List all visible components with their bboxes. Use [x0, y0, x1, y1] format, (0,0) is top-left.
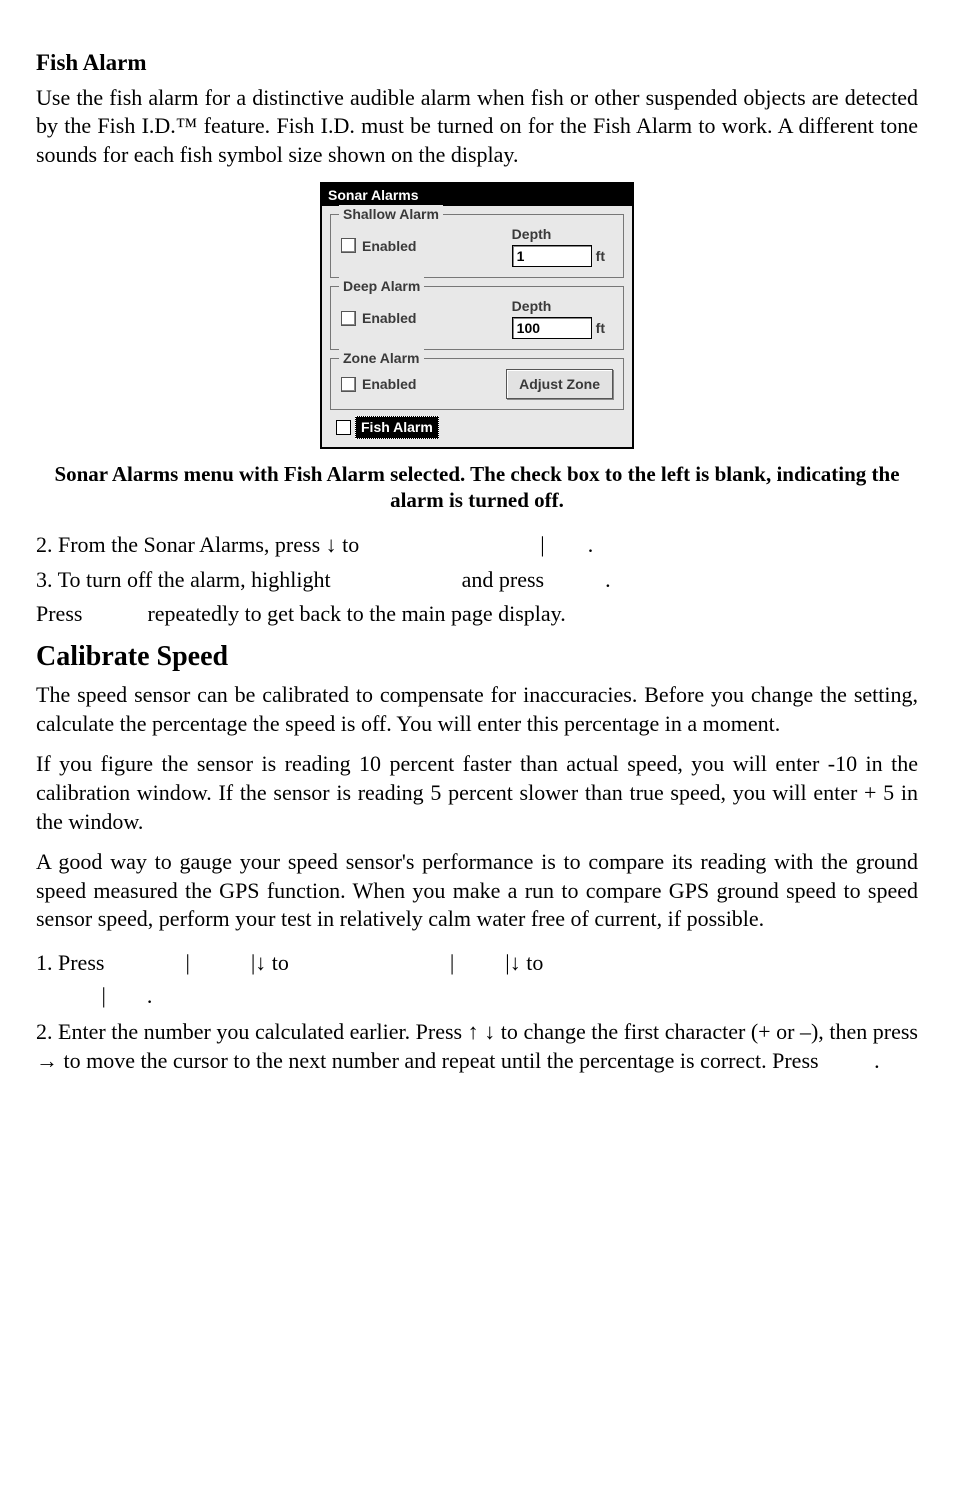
cal2-c: to move the cursor to the next number an… — [58, 1048, 819, 1073]
arrow-down-icon: ↓ — [484, 1019, 495, 1044]
cal1-b: | — [185, 950, 189, 975]
unit-deep: ft — [596, 319, 605, 337]
label-zone-enabled: Enabled — [362, 375, 416, 393]
step-3-text-a: 3. To turn off the alarm, highlight — [36, 567, 336, 592]
group-title-deep: Deep Alarm — [339, 277, 424, 295]
cal2-d: . — [874, 1048, 880, 1073]
step-3-text-b: and press — [462, 567, 544, 592]
cal1-g: to — [526, 950, 543, 975]
paragraph-calibrate-1: The speed sensor can be calibrated to co… — [36, 681, 918, 738]
cal2-b: to change the first character (+ or –), … — [495, 1019, 918, 1044]
press-text-a: Press — [36, 601, 82, 626]
arrow-down-icon: ↓ — [510, 950, 521, 975]
adjust-zone-button[interactable]: Adjust Zone — [506, 369, 613, 399]
step-2: 2. From the Sonar Alarms, press ↓ to | . — [36, 531, 918, 560]
step-2-text-b: to — [337, 532, 365, 557]
calibrate-step-2: 2. Enter the number you calculated earli… — [36, 1018, 918, 1075]
checkbox-deep-enabled[interactable] — [341, 311, 356, 326]
checkbox-zone-enabled[interactable] — [341, 377, 356, 392]
group-title-zone: Zone Alarm — [339, 349, 424, 367]
cal1-d: to — [272, 950, 295, 975]
checkbox-shallow-enabled[interactable] — [341, 238, 356, 253]
paragraph-calibrate-2: If you figure the sensor is reading 10 p… — [36, 750, 918, 836]
sonar-alarms-dialog: Sonar Alarms Shallow Alarm Enabled Depth… — [320, 182, 634, 449]
step-3: 3. To turn off the alarm, highlight and … — [36, 566, 918, 595]
dialog-titlebar: Sonar Alarms — [322, 184, 632, 206]
row-fish-alarm: Fish Alarm — [336, 416, 624, 438]
cal1-a: 1. Press — [36, 950, 104, 975]
group-title-shallow: Shallow Alarm — [339, 205, 443, 223]
heading-fish-alarm: Fish Alarm — [36, 48, 918, 78]
input-deep-depth[interactable]: 100 — [512, 317, 592, 339]
paragraph-fish-alarm: Use the fish alarm for a distinctive aud… — [36, 84, 918, 170]
label-deep-enabled: Enabled — [362, 309, 416, 327]
label-shallow-enabled: Enabled — [362, 237, 416, 255]
group-zone-alarm: Zone Alarm Enabled Adjust Zone — [330, 358, 624, 410]
heading-calibrate-speed: Calibrate Speed — [36, 639, 918, 675]
step-2-pipe: | — [540, 532, 544, 557]
checkbox-fish-alarm[interactable] — [336, 420, 351, 435]
press-text-b: repeatedly to get back to the main page … — [147, 601, 565, 626]
arrow-up-icon: ↑ — [468, 1019, 479, 1044]
arrow-down-icon: ↓ — [326, 532, 337, 557]
step-3-period: . — [605, 567, 611, 592]
calibrate-step-1: 1. Press | |↓ to | |↓ to | . — [36, 946, 918, 1012]
label-deep-depth: Depth — [512, 297, 552, 315]
group-deep-alarm: Deep Alarm Enabled Depth 100 ft — [330, 286, 624, 350]
input-shallow-depth[interactable]: 1 — [512, 245, 592, 267]
arrow-down-icon: ↓ — [255, 950, 266, 975]
paragraph-calibrate-3: A good way to gauge your speed sensor's … — [36, 848, 918, 934]
cal1-e: | — [450, 950, 454, 975]
unit-shallow: ft — [596, 247, 605, 265]
group-shallow-alarm: Shallow Alarm Enabled Depth 1 ft — [330, 214, 624, 278]
dialog-figure: Sonar Alarms Shallow Alarm Enabled Depth… — [36, 182, 918, 449]
step-2-text-a: 2. From the Sonar Alarms, press — [36, 532, 326, 557]
arrow-right-icon: → — [36, 1048, 58, 1073]
figure-caption: Sonar Alarms menu with Fish Alarm select… — [36, 461, 918, 514]
cal2-a: 2. Enter the number you calculated earli… — [36, 1019, 468, 1044]
cal1-h: | — [102, 983, 106, 1008]
label-shallow-depth: Depth — [512, 225, 552, 243]
step-2-period: . — [588, 532, 594, 557]
press-line: Press repeatedly to get back to the main… — [36, 600, 918, 629]
cal1-i: . — [147, 983, 153, 1008]
label-fish-alarm-selected[interactable]: Fish Alarm — [355, 416, 439, 438]
